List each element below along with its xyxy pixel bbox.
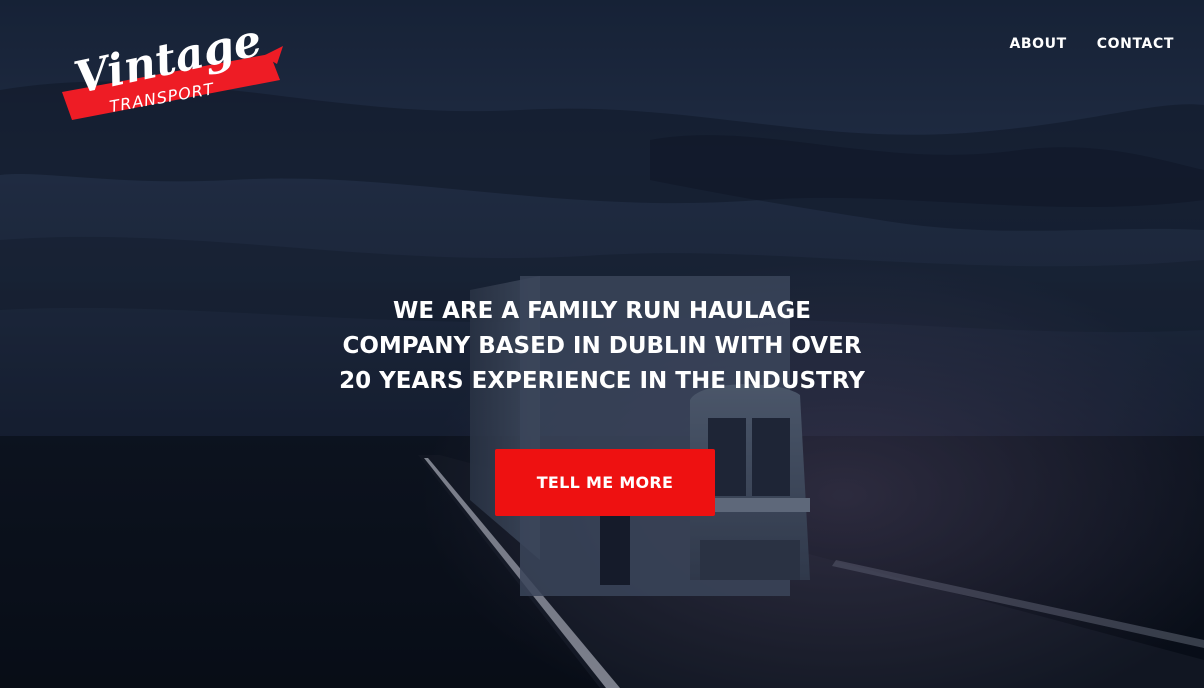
main-nav: ABOUT CONTACT	[1009, 35, 1174, 53]
hero-section: TRANSPORT Vintage ABOUT CONTACT WE ARE A…	[0, 0, 1204, 688]
hero-headline-line-1: WE ARE A FAMILY RUN HAULAGE	[393, 298, 811, 324]
tell-me-more-button[interactable]: TELL ME MORE	[495, 449, 715, 516]
hero-headline-line-3: 20 YEARS EXPERIENCE IN THE INDUSTRY	[339, 368, 865, 394]
vintage-transport-logo[interactable]: TRANSPORT Vintage	[58, 14, 288, 126]
nav-link-contact[interactable]: CONTACT	[1097, 35, 1174, 53]
nav-link-about[interactable]: ABOUT	[1009, 35, 1066, 53]
hero-headline: WE ARE A FAMILY RUN HAULAGE COMPANY BASE…	[302, 294, 902, 399]
hero-headline-line-2: COMPANY BASED IN DUBLIN WITH OVER	[342, 333, 862, 359]
